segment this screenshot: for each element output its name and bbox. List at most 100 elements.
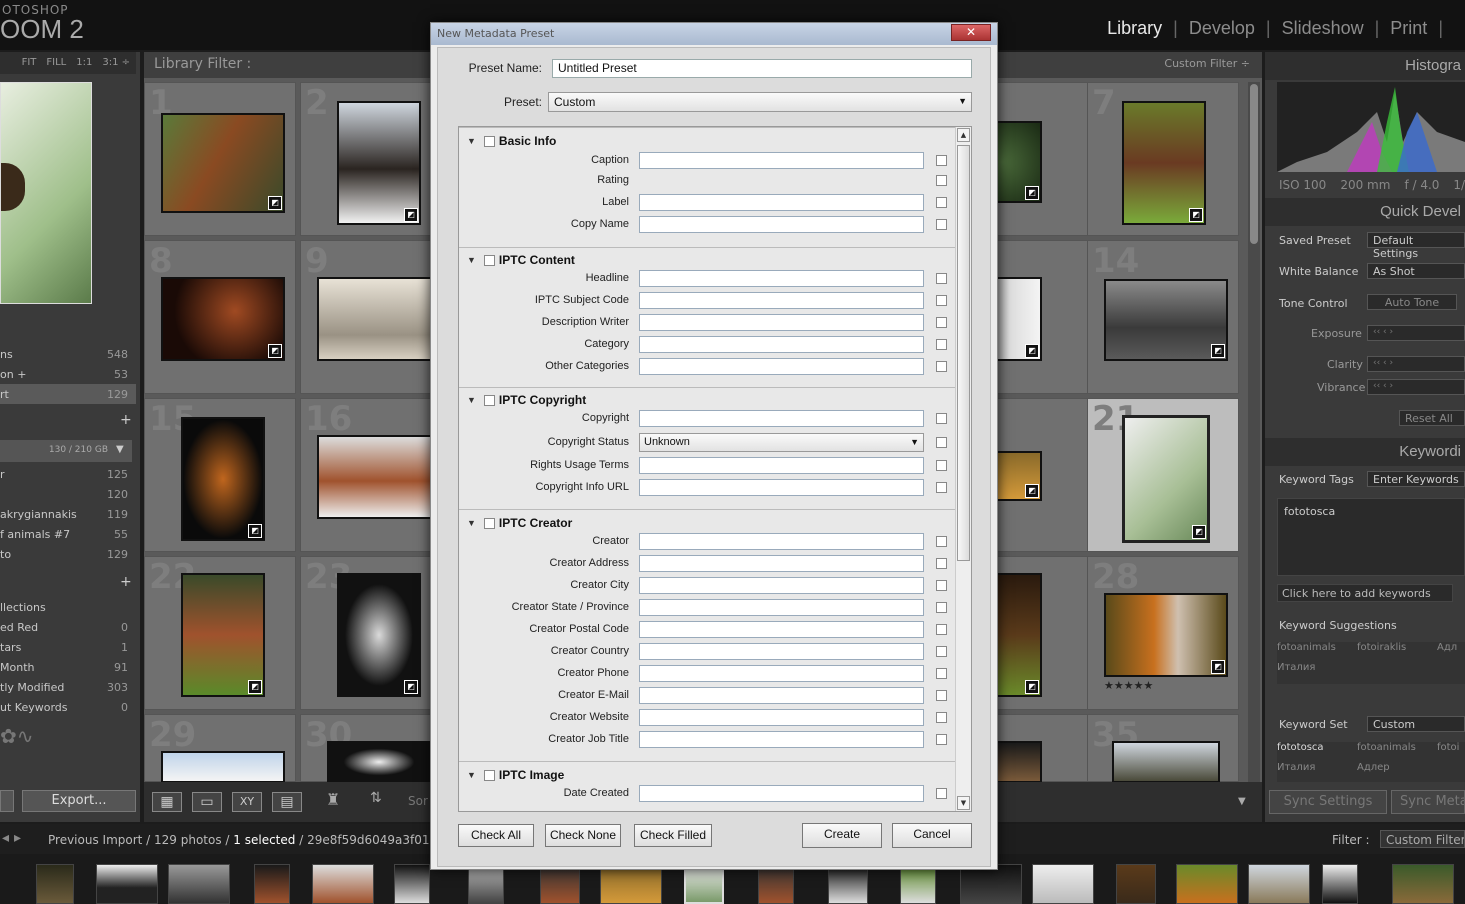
- custom-filter-select[interactable]: Custom Filter ÷: [1164, 57, 1250, 70]
- keyword-suggestion[interactable]: Адл: [1437, 642, 1465, 662]
- filmstrip-thumbnail[interactable]: [1392, 864, 1454, 904]
- histogram-header[interactable]: Histogra: [1265, 52, 1465, 80]
- filmstrip-thumbnail[interactable]: [960, 864, 1022, 904]
- grid-cell[interactable]: 7 ◩: [1087, 82, 1239, 236]
- zoom-fit[interactable]: FIT: [22, 57, 37, 74]
- field-checkbox[interactable]: [936, 437, 947, 448]
- creator-input[interactable]: [639, 533, 924, 550]
- headline-input[interactable]: [639, 270, 924, 287]
- caption-input[interactable]: [639, 152, 924, 169]
- section-checkbox[interactable]: [483, 254, 495, 266]
- clarity-stepper[interactable]: ‹‹ ‹ ›: [1367, 356, 1465, 372]
- keyword-tags-select[interactable]: Enter Keywords: [1367, 471, 1465, 487]
- filmstrip-thumbnail-selected[interactable]: [684, 864, 724, 904]
- filmstrip-thumbnail[interactable]: [900, 864, 936, 904]
- saved-preset-select[interactable]: Default Settings: [1367, 232, 1465, 260]
- folder-item[interactable]: 120: [0, 484, 136, 504]
- grid-scroll-thumb[interactable]: [1250, 84, 1258, 244]
- sync-settings-button[interactable]: Sync Settings: [1269, 790, 1387, 814]
- label-input[interactable]: [639, 194, 924, 211]
- survey-view-icon[interactable]: ▤: [272, 792, 302, 812]
- field-checkbox[interactable]: [936, 624, 947, 635]
- creator-job-title-input[interactable]: [639, 731, 924, 748]
- folder-item[interactable]: r 125: [0, 464, 136, 484]
- grid-cell[interactable]: 22 ◩: [144, 556, 296, 710]
- field-checkbox[interactable]: [936, 175, 947, 186]
- grid-cell[interactable]: 8 ◩: [144, 240, 296, 394]
- module-library[interactable]: Library: [1096, 18, 1173, 39]
- field-checkbox[interactable]: [936, 295, 947, 306]
- folder-item[interactable]: to 129: [0, 544, 136, 564]
- collection-item[interactable]: tars 1: [0, 637, 136, 657]
- field-checkbox[interactable]: [936, 155, 947, 166]
- keyword-set-item[interactable]: fotoanimals: [1357, 742, 1437, 762]
- collection-item[interactable]: ut Keywords 0: [0, 697, 136, 717]
- field-checkbox[interactable]: [936, 712, 947, 723]
- scroll-up-icon[interactable]: ▲: [957, 128, 970, 142]
- field-checkbox[interactable]: [936, 273, 947, 284]
- field-checkbox[interactable]: [936, 602, 947, 613]
- add-keywords-field[interactable]: Click here to add keywords: [1277, 584, 1453, 602]
- keyword-set-item[interactable]: Италия: [1277, 762, 1357, 782]
- dialog-scroll-thumb[interactable]: [957, 145, 970, 561]
- create-button[interactable]: Create: [802, 823, 882, 848]
- copyright-input[interactable]: [639, 410, 924, 427]
- exposure-stepper[interactable]: ‹‹ ‹ ›: [1367, 325, 1465, 341]
- creator-phone-input[interactable]: [639, 665, 924, 682]
- add-collection-icon[interactable]: +: [120, 574, 132, 590]
- creator-email-input[interactable]: [639, 687, 924, 704]
- section-checkbox[interactable]: [483, 517, 495, 529]
- creator-country-input[interactable]: [639, 643, 924, 660]
- collection-item[interactable]: Month 91: [0, 657, 136, 677]
- collection-item[interactable]: llections: [0, 597, 136, 617]
- section-header[interactable]: ▼ IPTC Content: [467, 253, 575, 267]
- filmstrip-thumbnail[interactable]: [540, 864, 580, 904]
- field-checkbox[interactable]: [936, 219, 947, 230]
- star-rating[interactable]: ★★★★★: [1104, 679, 1153, 692]
- field-checkbox[interactable]: [936, 646, 947, 657]
- grid-scrollbar[interactable]: [1248, 82, 1260, 782]
- import-button[interactable]: [0, 790, 14, 812]
- module-web[interactable]: [1443, 18, 1465, 39]
- filmstrip-thumbnail[interactable]: [96, 864, 158, 904]
- sort-direction-icon[interactable]: ⇅: [370, 790, 382, 806]
- date-created-input[interactable]: [639, 785, 924, 802]
- compare-view-icon[interactable]: XY: [232, 792, 262, 812]
- preset-name-input[interactable]: Untitled Preset: [552, 59, 972, 78]
- auto-tone-button[interactable]: Auto Tone: [1367, 294, 1457, 310]
- section-header[interactable]: ▼ IPTC Image: [467, 768, 564, 782]
- creator-city-input[interactable]: [639, 577, 924, 594]
- grid-cell[interactable]: 14 ◩: [1087, 240, 1239, 394]
- folder-item[interactable]: f animals #7 55: [0, 524, 136, 544]
- field-checkbox[interactable]: [936, 197, 947, 208]
- forward-arrow-icon[interactable]: ▸: [14, 830, 21, 846]
- copyright-status-select[interactable]: Unknown ▼: [639, 433, 924, 452]
- zoom-1-1[interactable]: 1:1: [76, 57, 92, 74]
- navigator-preview[interactable]: [0, 82, 92, 304]
- filmstrip-thumbnail[interactable]: [168, 864, 230, 904]
- spray-can-icon[interactable]: ♜: [326, 790, 346, 814]
- grid-cell[interactable]: 1 ◩: [144, 82, 296, 236]
- iptc-subject-code-input[interactable]: [639, 292, 924, 309]
- dialog-scrollbar[interactable]: ▲ ▼: [955, 127, 971, 811]
- scroll-down-icon[interactable]: ▼: [957, 796, 970, 810]
- grid-cell[interactable]: 28 ◩ ★★★★★: [1087, 556, 1239, 710]
- toolbar-menu-chevron-icon[interactable]: ▼: [1238, 796, 1246, 807]
- copy-name-input[interactable]: [639, 216, 924, 233]
- field-checkbox[interactable]: [936, 580, 947, 591]
- zoom-fill[interactable]: FILL: [46, 57, 66, 74]
- keyword-suggestion[interactable]: Италия: [1277, 662, 1357, 682]
- catalog-item[interactable]: ns 548: [0, 344, 136, 364]
- filmstrip-thumbnail[interactable]: [36, 864, 74, 904]
- creator-address-input[interactable]: [639, 555, 924, 572]
- keyword-set-item[interactable]: fototosca: [1277, 742, 1357, 762]
- add-folder-icon[interactable]: +: [120, 412, 132, 428]
- copyright-info-url-input[interactable]: [639, 479, 924, 496]
- keyword-set-item[interactable]: fotoi: [1437, 742, 1465, 762]
- field-checkbox[interactable]: [936, 536, 947, 547]
- field-checkbox[interactable]: [936, 482, 947, 493]
- zoom-3-1[interactable]: 3:1 ÷: [102, 57, 130, 74]
- quick-develop-header[interactable]: Quick Devel: [1265, 198, 1465, 226]
- module-print[interactable]: Print: [1379, 18, 1438, 39]
- export-button[interactable]: Export...: [22, 790, 136, 812]
